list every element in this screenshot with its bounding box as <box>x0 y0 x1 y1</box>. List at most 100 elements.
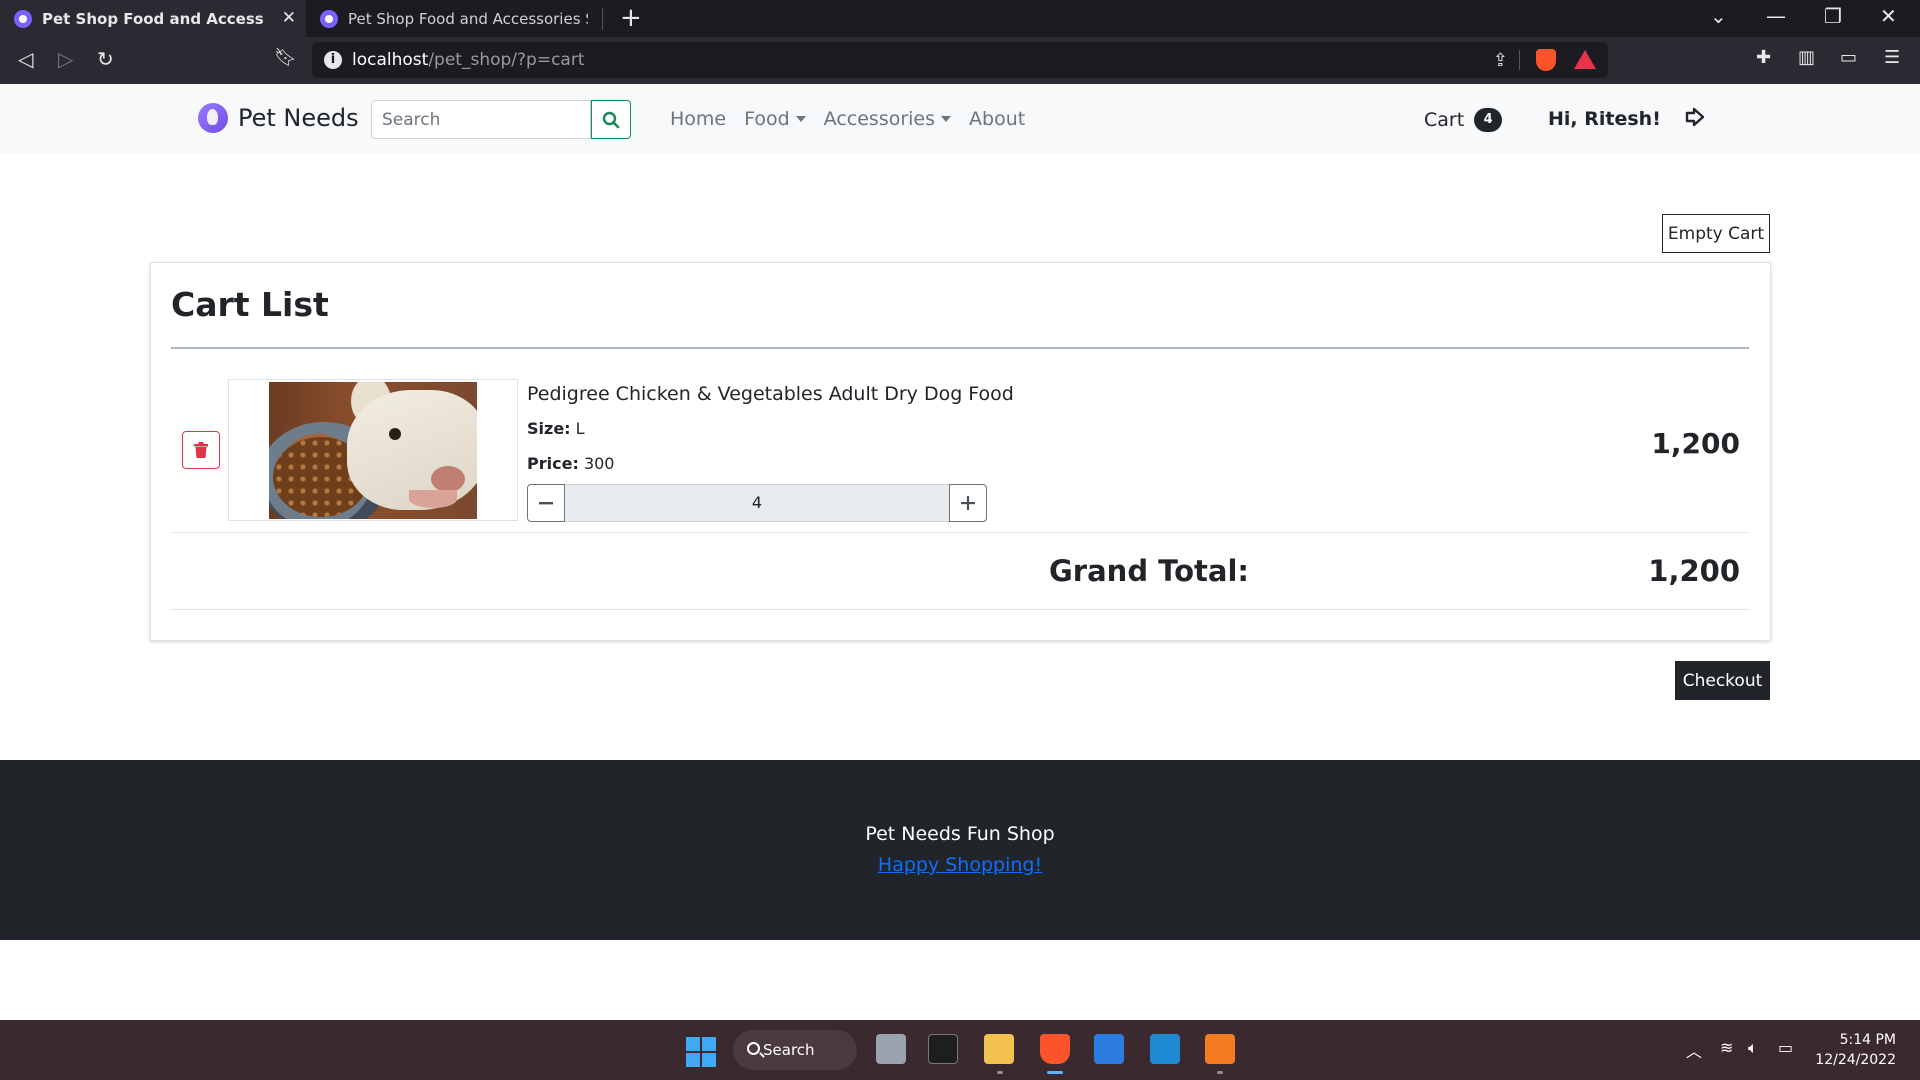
empty-cart-button[interactable]: Empty Cart <box>1662 214 1770 253</box>
clock-date: 12/24/2022 <box>1815 1052 1896 1068</box>
reload-icon[interactable]: ↻ <box>97 47 114 71</box>
product-image <box>269 382 477 519</box>
search-icon <box>747 1042 760 1055</box>
nav-links: Home Food Accessories About <box>670 108 1043 130</box>
caret-down-icon <box>941 116 952 122</box>
search-form <box>371 100 631 139</box>
brand-name: Pet Needs <box>238 104 359 132</box>
terminal-icon[interactable] <box>928 1034 958 1064</box>
nav-accessories-label: Accessories <box>823 108 936 130</box>
nav-about[interactable]: About <box>969 108 1025 130</box>
volume-muted-icon[interactable]: 🔈︎ <box>1748 1038 1758 1058</box>
price-label: Price: <box>527 454 579 473</box>
nav-accessories-dropdown[interactable]: Accessories <box>823 108 952 130</box>
brave-shields-icon[interactable] <box>1536 49 1556 71</box>
running-indicator <box>1217 1071 1223 1074</box>
task-view-icon[interactable] <box>876 1034 906 1064</box>
address-bar[interactable]: i localhost/pet_shop/?p=cart ⇪ <box>312 42 1608 78</box>
url-path: /pet_shop/?p=cart <box>428 50 585 70</box>
site-navbar: Pet Needs Home Food Accessories About Ca… <box>0 84 1920 154</box>
grand-total-label: Grand Total: <box>1049 554 1249 588</box>
quantity-input[interactable]: 4 <box>565 484 949 522</box>
tab-shop[interactable]: Pet Shop Food and Accessories Shop <box>306 0 602 37</box>
back-icon[interactable]: ◁ <box>18 47 33 71</box>
cart-link[interactable]: Cart 4 <box>1424 108 1503 132</box>
brand-logo-icon <box>198 103 228 133</box>
battery-icon[interactable]: ▭ <box>1778 1038 1793 1057</box>
os-taskbar: Search ︿ ≋ 🔈︎ ▭ 5:14 PM 12/24/2022 <box>0 1020 1920 1080</box>
search-icon <box>602 111 620 128</box>
tab-close-icon[interactable]: ✕ <box>282 8 296 28</box>
caret-down-icon <box>795 116 806 122</box>
extensions-icon[interactable]: ✚ <box>1756 47 1771 68</box>
taskbar-search-label: Search <box>763 1041 815 1059</box>
vscode-icon[interactable] <box>1150 1034 1180 1064</box>
xampp-icon[interactable] <box>1205 1034 1235 1064</box>
nav-food-dropdown[interactable]: Food <box>744 108 806 130</box>
microsoft-store-icon[interactable] <box>1094 1034 1124 1064</box>
tab-title: Pet Shop Food and Accessories Sh <box>42 9 264 28</box>
grand-total-value: 1,200 <box>1648 554 1740 588</box>
url-host: localhost <box>352 50 429 70</box>
checkout-button[interactable]: Checkout <box>1675 661 1770 700</box>
cart-label: Cart <box>1424 109 1465 131</box>
plus-icon <box>961 496 975 510</box>
user-greeting: Hi, Ritesh! <box>1548 108 1661 130</box>
remove-item-button[interactable] <box>182 431 220 469</box>
product-name: Pedigree Chicken & Vegetables Adult Dry … <box>527 383 1014 405</box>
cart-title: Cart List <box>171 285 329 324</box>
product-price: Price: 300 <box>527 454 614 473</box>
site-footer: Pet Needs Fun Shop Happy Shopping! <box>0 760 1920 940</box>
forward-icon[interactable]: ▷ <box>58 47 73 71</box>
brave-rewards-icon[interactable] <box>1574 50 1596 69</box>
divider <box>171 609 1749 610</box>
file-explorer-icon[interactable] <box>984 1034 1014 1064</box>
nav-home[interactable]: Home <box>670 108 726 130</box>
active-indicator <box>1047 1071 1063 1074</box>
quantity-stepper: 4 <box>527 484 987 522</box>
increase-quantity-button[interactable] <box>949 484 987 522</box>
bookmark-icon[interactable]: 🔖︎ <box>274 47 297 68</box>
site-favicon-icon <box>320 9 338 28</box>
tab-list-chevron-icon[interactable]: ⌄ <box>1710 4 1727 28</box>
minimize-icon[interactable]: — <box>1766 4 1786 28</box>
footer-link-text[interactable]: Happy Shopping! <box>878 854 1042 876</box>
browser-toolbar: ◁ ▷ ↻ 🔖︎ i localhost/pet_shop/?p=cart ⇪ … <box>0 37 1920 84</box>
search-button[interactable] <box>591 100 631 139</box>
taskbar-search[interactable]: Search <box>733 1030 857 1070</box>
new-tab-icon[interactable]: + <box>620 3 642 33</box>
cart-count-badge: 4 <box>1474 108 1503 132</box>
menu-icon[interactable]: ☰ <box>1884 47 1900 68</box>
running-indicator <box>997 1071 1003 1074</box>
decrease-quantity-button[interactable] <box>527 484 565 522</box>
brave-browser-icon[interactable] <box>1040 1034 1070 1064</box>
product-size: Size: L <box>527 419 585 438</box>
footer-title: Pet Needs Fun Shop <box>865 823 1055 845</box>
wallet-icon[interactable]: ▭ <box>1840 47 1857 68</box>
footer-link[interactable]: Happy Shopping! <box>0 854 1920 876</box>
restore-icon[interactable]: ❐ <box>1824 4 1842 28</box>
url-text: localhost/pet_shop/?p=cart <box>352 50 584 70</box>
tray-chevron-icon[interactable]: ︿ <box>1686 1038 1702 1062</box>
minus-icon <box>539 502 553 505</box>
size-label: Size: <box>527 419 571 438</box>
tab-title: Pet Shop Food and Accessories Shop <box>348 9 588 28</box>
windows-start-icon[interactable] <box>686 1037 716 1067</box>
search-input[interactable] <box>371 100 591 139</box>
tab-cart[interactable]: Pet Shop Food and Accessories Sh ✕ <box>0 0 306 37</box>
size-value: L <box>575 419 585 438</box>
taskbar-clock[interactable]: 5:14 PM 12/24/2022 <box>1810 1030 1896 1070</box>
brand[interactable]: Pet Needs <box>198 103 359 133</box>
line-total: 1,200 <box>1651 427 1740 460</box>
url-divider <box>1519 50 1520 70</box>
sidebar-icon[interactable]: ▥ <box>1798 47 1815 68</box>
close-window-icon[interactable]: ✕ <box>1880 4 1897 28</box>
wifi-icon[interactable]: ≋ <box>1720 1038 1733 1057</box>
price-value: 300 <box>583 454 615 473</box>
logout-button[interactable] <box>1684 106 1706 132</box>
cart-card: Cart List Pedigree Chicken & Vegetables … <box>150 262 1771 641</box>
site-info-icon[interactable]: i <box>324 51 342 69</box>
product-thumbnail <box>228 379 518 521</box>
share-icon[interactable]: ⇪ <box>1493 50 1508 71</box>
trash-icon <box>194 442 208 458</box>
